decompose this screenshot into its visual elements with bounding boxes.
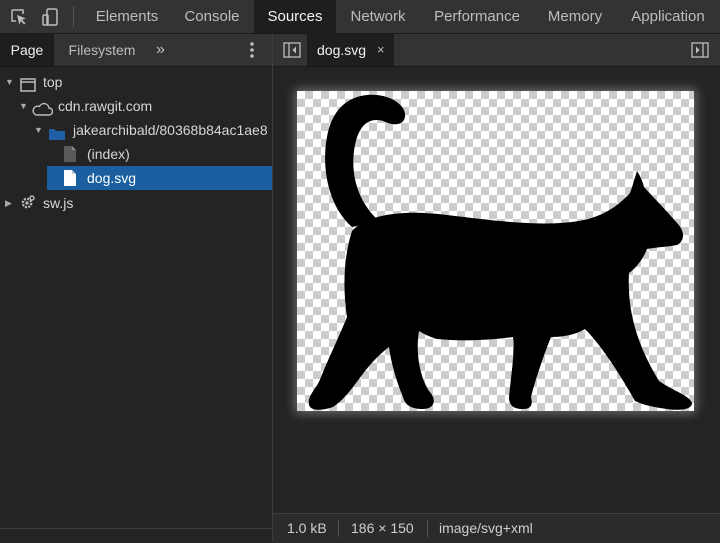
tab-sources[interactable]: Sources: [254, 0, 336, 33]
tree-item-cdn[interactable]: ▼ cdn.rawgit.com: [0, 94, 272, 118]
cloud-icon: [31, 99, 54, 118]
tab-console[interactable]: Console: [170, 0, 254, 33]
selection-highlight: [47, 166, 272, 190]
tree-item-dog-svg[interactable]: dog.svg: [0, 166, 272, 190]
status-divider: [338, 520, 339, 537]
open-file-tab-label: dog.svg: [317, 42, 367, 58]
tab-elements[interactable]: Elements: [84, 0, 170, 33]
tree-item-top[interactable]: ▼ top: [0, 70, 272, 94]
tree-item-index[interactable]: (index): [0, 142, 272, 166]
tab-network[interactable]: Network: [336, 0, 420, 33]
sidebar-bottom-pane: [0, 528, 272, 543]
tab-page[interactable]: Page: [0, 34, 54, 66]
tree-item-folder[interactable]: ▼ jakearchibald/80368b84ac1ae8: [0, 118, 272, 142]
tab-application[interactable]: Application: [616, 0, 720, 33]
toggle-navigator-icon[interactable]: [283, 42, 301, 58]
close-tab-icon[interactable]: ×: [377, 34, 385, 66]
tab-performance[interactable]: Performance: [420, 0, 534, 33]
more-tabs-chevron-icon[interactable]: »: [156, 34, 165, 66]
tree-item-label: cdn.rawgit.com: [58, 98, 153, 114]
cat-silhouette-image: [308, 94, 692, 410]
tab-filesystem[interactable]: Filesystem: [56, 34, 148, 66]
main-toolbar: Elements Console Sources Network Perform…: [0, 0, 720, 34]
tree-item-label: dog.svg: [87, 170, 137, 186]
folder-icon: [48, 124, 66, 142]
tree-item-label: (index): [87, 146, 130, 162]
tree-item-sw-js[interactable]: ▶ sw.js: [0, 191, 272, 215]
status-bar: 1.0 kB 186 × 150 image/svg+xml: [273, 513, 720, 543]
collapsed-arrow-icon[interactable]: ▶: [5, 191, 12, 215]
toolbar-divider: [73, 6, 74, 27]
image-preview: [297, 91, 694, 411]
image-preview-pane: [273, 67, 720, 513]
more-options-icon[interactable]: [246, 41, 258, 59]
tab-memory[interactable]: Memory: [534, 0, 616, 33]
frame-icon: [20, 75, 36, 94]
expand-arrow-icon[interactable]: ▼: [5, 70, 14, 94]
expand-arrow-icon[interactable]: ▼: [34, 118, 43, 142]
tree-item-label: jakearchibald/80368b84ac1ae8: [73, 122, 268, 138]
document-icon: [63, 169, 77, 190]
mime-type: image/svg+xml: [439, 520, 533, 536]
editor-tab-bar: dog.svg ×: [273, 34, 720, 67]
open-file-tab[interactable]: dog.svg ×: [307, 34, 394, 66]
inspect-element-icon[interactable]: [9, 7, 29, 27]
file-size: 1.0 kB: [287, 520, 327, 536]
status-divider: [427, 520, 428, 537]
service-worker-gear-icon: [18, 194, 36, 215]
navigator-tabs: Page Filesystem »: [0, 34, 272, 67]
navigator-sidebar: Page Filesystem » ▼ top ▼ cdn.rawgit.com…: [0, 34, 273, 542]
tree-item-label: top: [43, 74, 63, 90]
tree-item-label: sw.js: [43, 195, 74, 211]
image-dimensions: 186 × 150: [351, 520, 414, 536]
document-icon: [63, 145, 77, 166]
device-toolbar-icon[interactable]: [40, 7, 60, 27]
toggle-debugger-icon[interactable]: [691, 42, 709, 58]
expand-arrow-icon[interactable]: ▼: [19, 94, 28, 118]
